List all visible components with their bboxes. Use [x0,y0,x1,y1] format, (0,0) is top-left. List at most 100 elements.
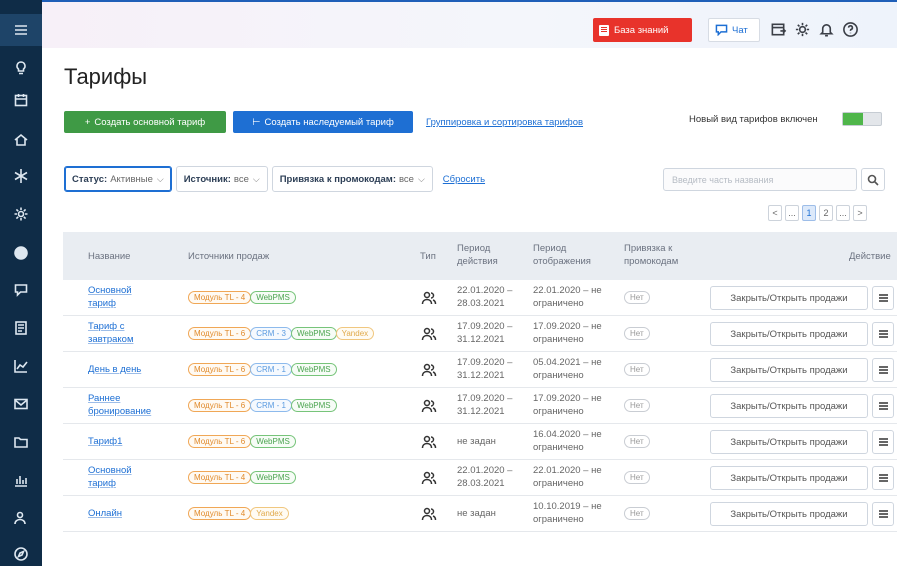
chat-bubble-icon [715,24,728,36]
source-tag: CRM - 1 [250,363,292,376]
promo-badge: Нет [624,507,650,520]
pager-next[interactable]: > [853,205,867,221]
tariff-name-link[interactable]: Тариф1 [88,436,122,448]
source-tag: WebPMS [290,399,337,412]
tariff-name-link[interactable]: Тариф с [88,321,124,333]
knowledge-base-button[interactable]: База знаний [593,18,692,42]
search-input[interactable]: Введите часть названия [663,168,857,191]
period-action: не задан [457,436,496,447]
pager-gap[interactable]: ... [836,205,850,221]
report-icon[interactable] [0,316,42,340]
analytics-icon[interactable] [0,354,42,378]
promo-filter[interactable]: Привязка к промокодам: все ⌵ [271,166,433,192]
toggle-sales-button[interactable]: Закрыть/Открыть продажи [710,502,868,526]
toggle-sales-button[interactable]: Закрыть/Открыть продажи [710,358,868,382]
toggle-sales-button[interactable]: Закрыть/Открыть продажи [710,286,868,310]
table-row: Основной тариф Модуль TL - 4 WebPMS 22.0… [63,280,897,316]
hamburger-icon [878,369,888,371]
row-menu-button[interactable] [872,322,894,346]
hamburger-icon [878,297,888,299]
home-icon[interactable] [0,128,42,152]
tariff-name-link[interactable]: бронирование [88,406,151,418]
tariff-name-link[interactable]: Основной [88,285,132,297]
create-main-tariff-label: Создать основной тариф [94,116,206,128]
bulb-icon[interactable] [0,56,42,80]
source-tag: Модуль TL - 4 [188,507,252,520]
period-display: ограничено [533,370,584,381]
create-main-tariff-button[interactable]: + Создать основной тариф [64,111,226,133]
col-promo-1: Привязка к [624,243,673,254]
pager-page-2[interactable]: 2 [819,205,833,221]
grouping-sorting-link[interactable]: Группировка и сортировка тарифов [426,117,583,128]
source-filter-value: все [233,173,249,185]
source-tag: Модуль TL - 6 [188,327,252,340]
tariff-name-link[interactable]: Онлайн [88,508,122,520]
snowflake-icon[interactable] [0,164,42,188]
period-display: ограничено [533,478,584,489]
rating-badge-icon[interactable] [0,241,42,265]
mail-icon[interactable] [0,392,42,416]
toggle-sales-button[interactable]: Закрыть/Открыть продажи [710,322,868,346]
tariff-name-link[interactable]: тариф [88,478,116,490]
bar-chart-icon[interactable] [0,468,42,492]
group-type-icon [420,397,438,415]
folder-icon[interactable] [0,430,42,454]
period-display: 10.10.2019 – не [533,501,602,512]
toggle-sales-button[interactable]: Закрыть/Открыть продажи [710,394,868,418]
calendar-icon[interactable] [0,88,42,112]
status-filter[interactable]: Статус: Активные ⌵ [64,166,172,192]
tariff-name-link[interactable]: завтраком [88,334,133,346]
row-menu-button[interactable] [872,358,894,382]
hamburger-icon [878,333,888,335]
chat-button[interactable]: Чат [708,18,760,42]
tariff-name-link[interactable]: Раннее [88,393,120,405]
source-filter-label: Источник: [183,173,231,185]
row-menu-button[interactable] [872,466,894,490]
col-period-display-2: отображения [533,256,591,267]
calendar-export-icon[interactable] [768,18,788,40]
promo-filter-value: все [398,173,414,185]
row-menu-button[interactable] [872,430,894,454]
notification-bell-icon[interactable] [816,18,836,40]
tariff-name-link[interactable]: Основной [88,465,132,477]
pager-page-1[interactable]: 1 [802,205,816,221]
toggle-sales-button[interactable]: Закрыть/Открыть продажи [710,430,868,454]
create-inherited-tariff-button[interactable]: ⊢ Создать наследуемый тариф [233,111,413,133]
users-icon[interactable] [0,506,42,530]
hamburger-menu-icon[interactable] [0,14,42,46]
help-icon[interactable] [840,18,860,40]
promo-badge: Нет [624,363,650,376]
pager-gap[interactable]: ... [785,205,799,221]
group-type-icon [420,325,438,343]
cog-icon[interactable] [0,202,42,226]
period-display: ограничено [533,514,584,525]
group-type-icon [420,289,438,307]
feedback-icon[interactable] [0,278,42,302]
promo-badge: Нет [624,471,650,484]
promo-badge: Нет [624,435,650,448]
period-display: 17.09.2020 – не [533,321,602,332]
table-row: Раннее бронирование Модуль TL - 6 CRM - … [63,388,897,424]
settings-gear-icon[interactable] [792,18,812,40]
group-type-icon [420,505,438,523]
reset-filters-link[interactable]: Сбросить [443,174,485,185]
toggle-sales-button[interactable]: Закрыть/Открыть продажи [710,466,868,490]
new-view-toggle[interactable] [842,112,882,126]
tariff-name-link[interactable]: тариф [88,298,116,310]
pager-prev[interactable]: < [768,205,782,221]
period-display: 22.01.2020 – не [533,465,602,476]
source-tag: WebPMS [250,471,296,484]
row-menu-button[interactable] [872,502,894,526]
row-menu-button[interactable] [872,286,894,310]
search-button[interactable] [861,168,885,191]
hamburger-icon [878,513,888,515]
period-action: 22.01.2020 – [457,465,513,476]
compass-icon[interactable] [0,542,42,566]
col-period-action-1: Период [457,243,491,254]
status-filter-label: Статус: [72,173,108,185]
chevron-down-icon: ⌵ [252,173,260,184]
col-promo-2: промокодам [624,256,679,267]
source-filter[interactable]: Источник: все ⌵ [175,166,268,192]
tariff-name-link[interactable]: День в день [88,364,141,376]
row-menu-button[interactable] [872,394,894,418]
